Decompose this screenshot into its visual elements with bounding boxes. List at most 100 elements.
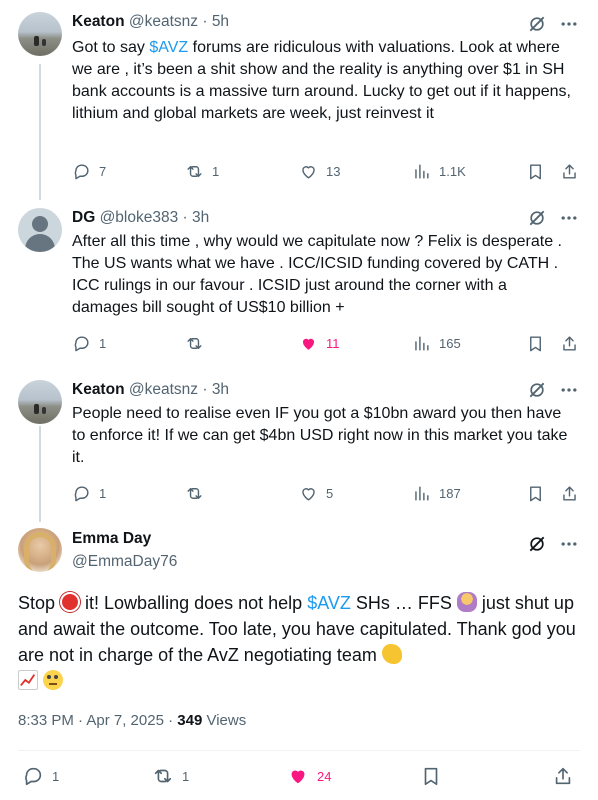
like-count: 24 (317, 768, 332, 784)
tweet-header: Keaton @keatsnz · 3h (72, 381, 229, 399)
bookmark-button[interactable] (526, 332, 545, 354)
bookmark-button[interactable] (526, 482, 545, 504)
bookmark-button[interactable] (420, 765, 442, 787)
author-name[interactable]: Keaton (72, 381, 125, 398)
reply-button[interactable]: 1 (22, 765, 59, 787)
tweet-time[interactable]: 3h (192, 209, 209, 226)
like-button[interactable]: 5 (299, 482, 333, 504)
eye-roll-emoji-icon (43, 670, 64, 690)
like-button[interactable]: 24 (287, 765, 331, 787)
author-handle[interactable]: @keatsnz (129, 381, 198, 398)
views-button[interactable]: 1.1K (412, 160, 466, 182)
like-icon (302, 487, 315, 501)
reply-count: 1 (52, 768, 60, 784)
views-count: 349 (177, 712, 203, 729)
repost-icon (187, 487, 202, 499)
share-icon (555, 767, 571, 785)
author-handle[interactable]: @EmmaDay76 (72, 553, 177, 570)
repost-button[interactable] (185, 482, 204, 504)
author-handle[interactable]: @keatsnz (129, 13, 198, 30)
reply-button[interactable]: 1 (72, 482, 106, 504)
more-icon[interactable] (558, 14, 580, 34)
views-button[interactable]: 187 (412, 482, 461, 504)
reply-tweet[interactable]: Keaton @keatsnz · 5h Got to say $AVZ for… (0, 0, 598, 200)
tweet-header: Emma Day (72, 530, 151, 548)
share-icon (563, 485, 576, 501)
author-name[interactable]: Keaton (72, 13, 125, 30)
views-icon (415, 485, 429, 501)
repost-button[interactable]: 1 (152, 765, 189, 787)
author-handle-row: @EmmaDay76 (72, 553, 177, 571)
tweet-text: After all this time , why would we capit… (72, 233, 562, 316)
tweet-time[interactable]: 3h (212, 381, 229, 398)
share-button[interactable] (560, 160, 579, 182)
author-handle[interactable]: @bloke383 (100, 209, 179, 226)
views-count: 165 (439, 335, 461, 351)
reply-count: 1 (99, 485, 107, 501)
repost-count: 1 (212, 163, 220, 179)
reply-tweet[interactable]: Keaton @keatsnz · 3h People need to real… (0, 372, 598, 520)
views-icon (415, 163, 429, 179)
grok-icon[interactable] (527, 380, 547, 400)
facepalm-emoji-icon (456, 592, 477, 612)
repost-icon (187, 165, 202, 177)
separator: · (202, 381, 208, 398)
bookmark-icon (530, 163, 541, 179)
share-button[interactable] (560, 332, 579, 354)
text-segment: Got to say (72, 39, 150, 56)
author-name[interactable]: DG (72, 209, 95, 226)
views-count: 187 (439, 485, 461, 501)
action-bar: 1 11 165 (72, 332, 582, 354)
like-icon (302, 165, 315, 179)
cashtag-link[interactable]: $AVZ (307, 593, 351, 613)
share-button[interactable] (552, 765, 574, 787)
action-bar: 1 1 24 (22, 765, 578, 787)
main-tweet: Emma Day @EmmaDay76 Stop it! Lowballing … (0, 520, 598, 800)
grok-icon[interactable] (527, 14, 547, 34)
bookmark-icon (424, 767, 438, 786)
share-icon (563, 335, 576, 351)
avatar[interactable] (18, 528, 62, 572)
stop-sign-emoji-icon (60, 592, 81, 612)
text-segment: Stop (18, 593, 61, 613)
reply-count: 7 (99, 163, 107, 179)
like-button[interactable]: 13 (299, 160, 340, 182)
reply-button[interactable]: 7 (72, 160, 106, 182)
more-icon[interactable] (558, 534, 580, 554)
views-button[interactable]: 165 (412, 332, 461, 354)
tweet-text: Stop it! Lowballing does not help $AVZ S… (18, 590, 578, 694)
reply-icon (74, 163, 89, 179)
more-icon[interactable] (558, 380, 580, 400)
flexed-biceps-emoji-icon (381, 644, 402, 664)
share-icon (563, 163, 576, 179)
cashtag-link[interactable]: $AVZ (149, 39, 188, 56)
views-count: 1.1K (439, 163, 466, 179)
tweet-header: Keaton @keatsnz · 5h (72, 13, 229, 31)
more-icon[interactable] (558, 208, 580, 228)
author-name[interactable]: Emma Day (72, 530, 151, 548)
reply-button[interactable]: 1 (72, 332, 106, 354)
like-button[interactable]: 11 (299, 332, 340, 354)
repost-icon (187, 337, 202, 349)
separator: · (182, 209, 188, 226)
repost-button[interactable]: 1 (185, 160, 219, 182)
repost-button[interactable] (185, 332, 204, 354)
text-segment: SHs … FFS (350, 593, 457, 613)
action-bar: 1 5 187 (72, 482, 582, 504)
like-icon (302, 338, 315, 350)
share-button[interactable] (560, 482, 579, 504)
like-count: 5 (326, 485, 334, 501)
grok-icon[interactable] (527, 534, 547, 554)
avatar[interactable] (18, 380, 62, 424)
grok-icon[interactable] (527, 208, 547, 228)
tweet-time[interactable]: 5h (212, 13, 229, 30)
reply-tweet[interactable]: DG @bloke383 · 3h After all this time , … (0, 200, 598, 372)
timestamp[interactable]: 8:33 PM · Apr 7, 2025 · (18, 712, 177, 729)
like-count: 13 (326, 163, 341, 179)
avatar[interactable] (18, 208, 62, 252)
avatar[interactable] (18, 12, 62, 56)
tweet-header: DG @bloke383 · 3h (72, 209, 209, 227)
bookmark-button[interactable] (526, 160, 545, 182)
tweet-text: People need to realise even IF you got a… (72, 405, 568, 466)
reply-icon (25, 767, 42, 786)
